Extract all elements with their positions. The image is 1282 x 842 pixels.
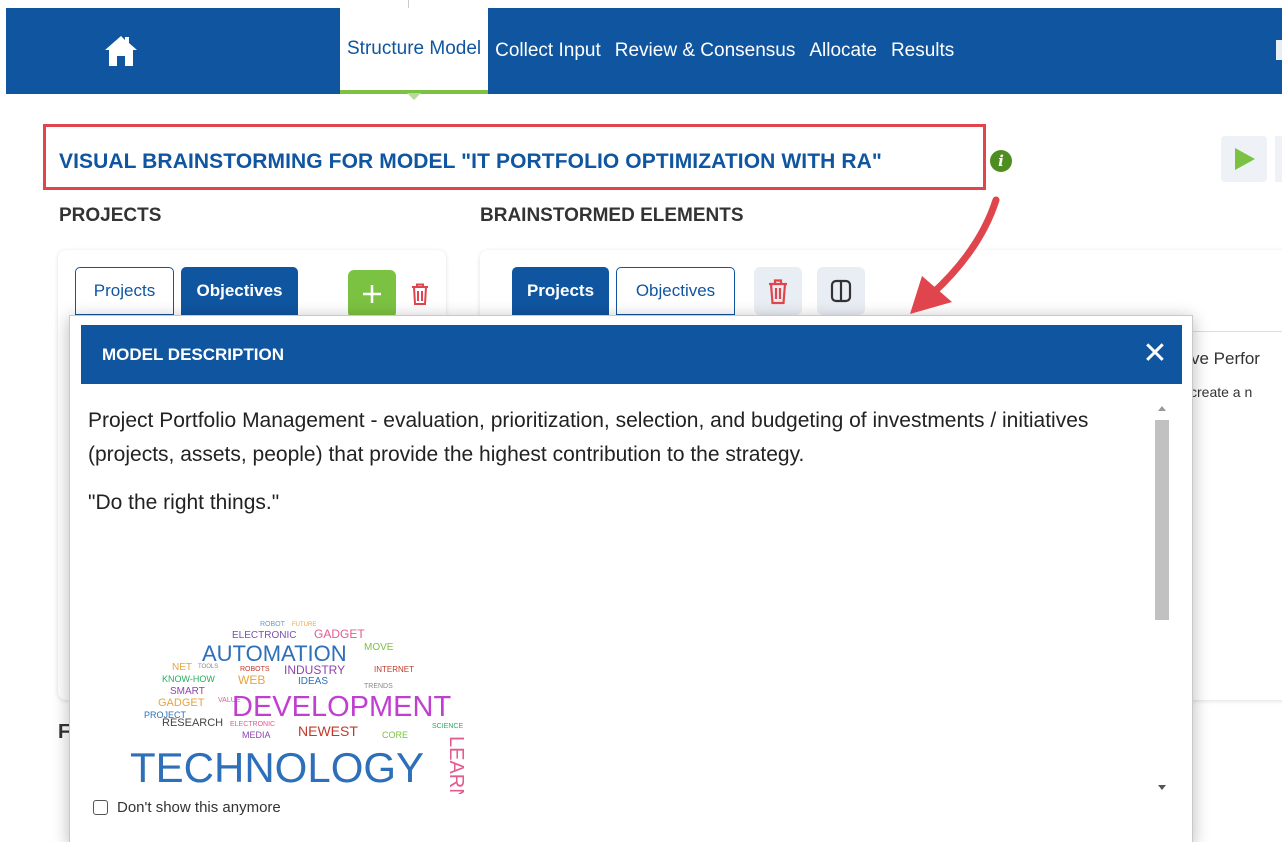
home-button[interactable] xyxy=(102,34,140,68)
right-tab-objectives[interactable]: Objectives xyxy=(616,267,735,315)
main-tabs: Structure Model Collect Input Review & C… xyxy=(340,8,961,100)
wordcloud-word: CORE xyxy=(382,730,408,740)
wordcloud-word: MOVE xyxy=(364,642,394,653)
wordcloud-word: MEDIA xyxy=(242,730,271,740)
plus-icon xyxy=(363,285,381,303)
play-button[interactable] xyxy=(1221,136,1267,182)
tab-label: Review & Consensus xyxy=(614,40,796,61)
wordcloud-word: LEARN xyxy=(445,736,467,794)
page-title: VISUAL BRAINSTORMING FOR MODEL "IT PORTF… xyxy=(59,150,882,173)
wordcloud-word: WEB xyxy=(238,673,265,687)
wordcloud-word: ROBOTS xyxy=(240,666,270,673)
scroll-thumb[interactable] xyxy=(1155,420,1169,620)
dont-show-label: Don't show this anymore xyxy=(117,799,281,816)
projects-heading: PROJECTS xyxy=(59,205,162,226)
modal-title: MODEL DESCRIPTION xyxy=(102,345,284,364)
tab-label: Results xyxy=(890,40,955,61)
dont-show-checkbox-row[interactable]: Don't show this anymore xyxy=(93,799,281,816)
peek-item-subtitle: create a n xyxy=(1190,384,1253,400)
brainstormed-elements-heading: BRAINSTORMED ELEMENTS xyxy=(480,205,744,226)
wordcloud-word: SCIENCE xyxy=(432,723,463,730)
tab-collect-input[interactable]: Collect Input xyxy=(488,8,608,94)
modal-body: Project Portfolio Management - evaluatio… xyxy=(88,404,1143,520)
tab-label: Objectives xyxy=(635,281,716,300)
right-tab-projects[interactable]: Projects xyxy=(512,267,609,315)
tab-review-consensus[interactable]: Review & Consensus xyxy=(608,8,803,94)
wordcloud-word: GADGET xyxy=(158,697,205,709)
tab-label: Projects xyxy=(93,281,156,300)
wordcloud-word: FUTURE xyxy=(292,622,316,628)
modal-scrollbar[interactable] xyxy=(1153,402,1171,794)
wordcloud-word: INDUSTRY xyxy=(284,663,345,677)
wordcloud-word: SMART xyxy=(170,686,205,697)
wordcloud-word: TRENDS xyxy=(364,683,393,690)
wordcloud-word: GADGET xyxy=(314,627,365,641)
split-view-button[interactable] xyxy=(817,267,865,315)
wordcloud-word: RESEARCH xyxy=(162,717,223,729)
tab-allocate[interactable]: Allocate xyxy=(802,8,884,94)
add-button[interactable] xyxy=(348,270,396,318)
tab-label: Structure Model xyxy=(347,38,482,59)
columns-icon xyxy=(830,279,852,303)
modal-header: MODEL DESCRIPTION ✕ xyxy=(81,325,1182,384)
scroll-down-icon[interactable] xyxy=(1158,785,1166,790)
top-divider xyxy=(408,0,409,8)
tab-label: Projects xyxy=(526,281,595,300)
play-icon xyxy=(1235,148,1255,170)
wordcloud-word: KNOW-HOW xyxy=(162,674,215,684)
model-description-modal: MODEL DESCRIPTION ✕ Project Portfolio Ma… xyxy=(69,315,1193,842)
home-icon xyxy=(105,36,137,66)
trash-icon[interactable] xyxy=(411,283,429,305)
top-navigation-bar: Structure Model Collect Input Review & C… xyxy=(6,8,1282,100)
next-toolbar-button[interactable] xyxy=(1275,136,1282,182)
wordcloud-word: INTERNET xyxy=(374,665,414,674)
tab-label: Objectives xyxy=(196,281,283,300)
annotation-arrow xyxy=(910,196,1000,314)
wordcloud-word: ELECTRONIC xyxy=(230,721,275,728)
wordcloud-word: ELECTRONIC xyxy=(232,630,296,641)
tab-label: Allocate xyxy=(809,40,877,61)
peek-item-title: ve Perfor xyxy=(1191,349,1260,368)
description-paragraph: Project Portfolio Management - evaluatio… xyxy=(88,409,1089,466)
left-tab-projects[interactable]: Projects xyxy=(75,267,174,315)
tab-label: Collect Input xyxy=(495,40,601,61)
scroll-up-icon[interactable] xyxy=(1158,406,1166,411)
tab-structure-model[interactable]: Structure Model xyxy=(340,8,489,100)
trash-icon xyxy=(769,279,787,305)
wordcloud-word: ROBOT xyxy=(260,621,286,628)
delete-button[interactable] xyxy=(754,267,802,315)
nav-overflow-item[interactable] xyxy=(1276,40,1282,60)
wordcloud-word: DEVELOPMENT xyxy=(232,691,451,723)
wordcloud-word: TECHNOLOGY xyxy=(130,744,424,791)
description-quote: "Do the right things." xyxy=(88,491,280,514)
active-tab-pointer xyxy=(407,93,422,100)
wordcloud-word: TOOLS xyxy=(198,664,218,670)
wordcloud-word: NET xyxy=(172,662,192,673)
technology-word-cloud: ROBOT FUTURE ELECTRONIC GADGET AUTOMATIO… xyxy=(130,621,467,794)
info-icon[interactable]: i xyxy=(990,150,1012,172)
tab-results[interactable]: Results xyxy=(884,8,961,94)
left-tab-objectives[interactable]: Objectives xyxy=(181,267,298,315)
wordcloud-word: NEWEST xyxy=(298,723,358,739)
dont-show-checkbox[interactable] xyxy=(93,800,108,815)
panel-divider xyxy=(1193,331,1282,332)
app-root: Structure Model Collect Input Review & C… xyxy=(0,0,1282,842)
wordcloud-word: IDEAS xyxy=(298,676,328,687)
close-icon[interactable]: ✕ xyxy=(1140,339,1170,369)
